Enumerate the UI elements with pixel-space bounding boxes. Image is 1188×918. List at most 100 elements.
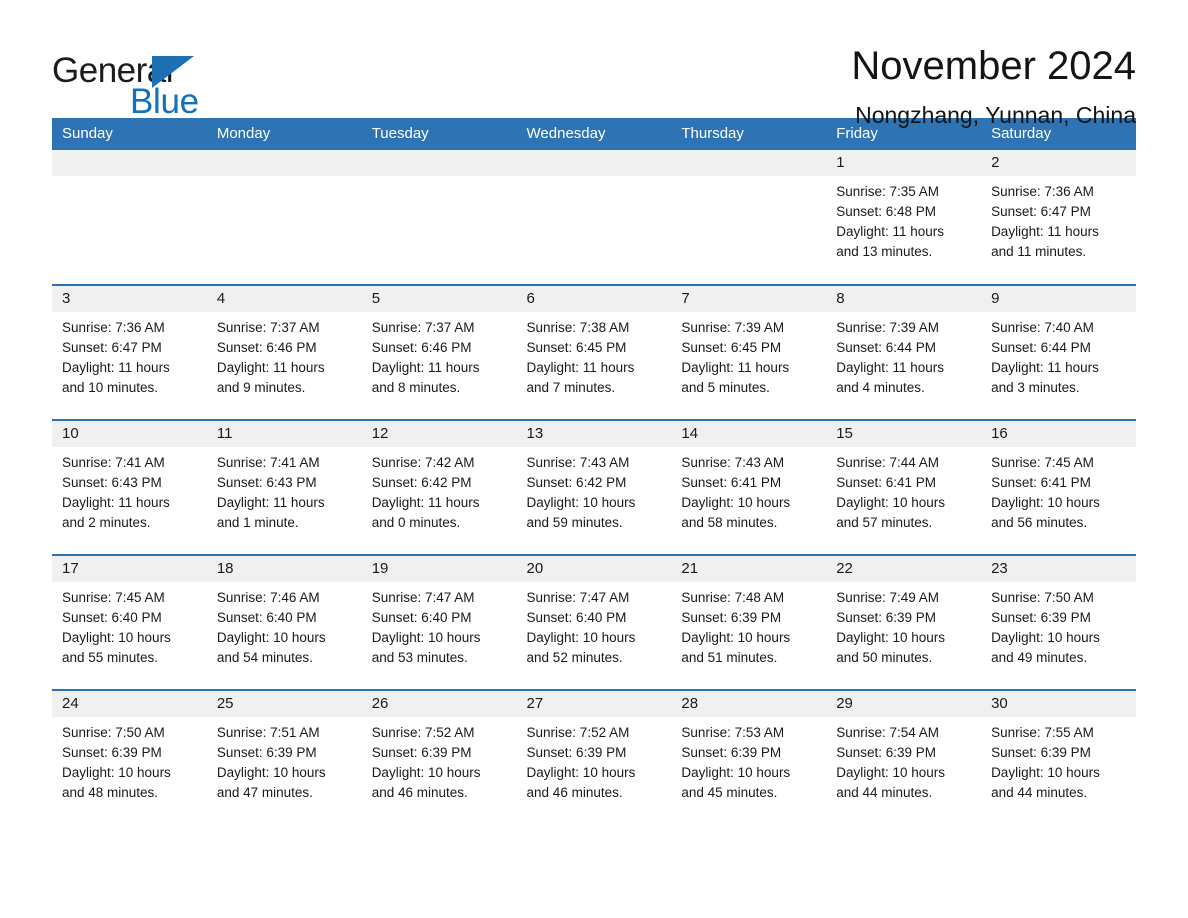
sunset-text: Sunset: 6:47 PM (62, 340, 162, 355)
day-details: Sunrise: 7:54 AM Sunset: 6:39 PM Dayligh… (826, 717, 981, 803)
day-number: 28 (671, 691, 827, 717)
sunset-text: Sunset: 6:42 PM (526, 475, 627, 490)
calendar-day-cell[interactable]: 6 Sunrise: 7:38 AM Sunset: 6:45 PM Dayli… (516, 284, 672, 420)
calendar-day-cell[interactable]: 27 Sunrise: 7:52 AM Sunset: 6:39 PM Dayl… (516, 689, 672, 825)
daylight-text-line1: Daylight: 10 hours (62, 630, 171, 645)
sunrise-text: Sunrise: 7:43 AM (681, 455, 785, 470)
calendar-day-cell[interactable]: 30 Sunrise: 7:55 AM Sunset: 6:39 PM Dayl… (981, 689, 1136, 825)
calendar-day-cell[interactable]: 23 Sunrise: 7:50 AM Sunset: 6:39 PM Dayl… (981, 554, 1136, 690)
daylight-text-line2: and 44 minutes. (991, 785, 1088, 800)
sunrise-text: Sunrise: 7:52 AM (371, 725, 475, 740)
sunrise-text: Sunrise: 7:35 AM (836, 184, 940, 199)
calendar-day-cell[interactable]: 24 Sunrise: 7:50 AM Sunset: 6:39 PM Dayl… (52, 689, 207, 825)
day-number: 21 (671, 556, 827, 582)
day-number (52, 150, 207, 176)
calendar-wrapper: Sunday Monday Tuesday Wednesday Thursday… (0, 118, 1188, 825)
calendar-day-cell[interactable]: 3 Sunrise: 7:36 AM Sunset: 6:47 PM Dayli… (52, 284, 207, 420)
day-number: 15 (826, 421, 982, 447)
day-details: Sunrise: 7:36 AM Sunset: 6:47 PM Dayligh… (981, 176, 1136, 262)
calendar-day-cell[interactable]: 1 Sunrise: 7:35 AM Sunset: 6:48 PM Dayli… (826, 150, 982, 285)
day-number: 1 (826, 150, 982, 176)
daylight-text-line2: and 50 minutes. (836, 650, 933, 665)
daylight-text-line2: and 46 minutes. (371, 785, 468, 800)
daylight-text-line2: and 53 minutes. (371, 650, 468, 665)
sunset-text: Sunset: 6:40 PM (371, 610, 472, 625)
calendar-week-row: 1 Sunrise: 7:35 AM Sunset: 6:48 PM Dayli… (52, 150, 1136, 285)
day-number: 24 (52, 691, 207, 717)
daylight-text-line2: and 59 minutes. (526, 515, 623, 530)
calendar-day-cell[interactable]: 17 Sunrise: 7:45 AM Sunset: 6:40 PM Dayl… (52, 554, 207, 690)
calendar-day-cell[interactable] (206, 150, 362, 285)
calendar-day-cell[interactable]: 14 Sunrise: 7:43 AM Sunset: 6:41 PM Dayl… (671, 419, 827, 555)
day-details: Sunrise: 7:52 AM Sunset: 6:39 PM Dayligh… (362, 717, 517, 803)
sunset-text: Sunset: 6:39 PM (681, 745, 782, 760)
day-details: Sunrise: 7:39 AM Sunset: 6:44 PM Dayligh… (826, 312, 981, 398)
sunrise-text: Sunrise: 7:55 AM (991, 725, 1094, 740)
daylight-text-line1: Daylight: 10 hours (991, 765, 1100, 780)
day-number: 23 (981, 556, 1136, 582)
calendar-day-cell[interactable]: 16 Sunrise: 7:45 AM Sunset: 6:41 PM Dayl… (981, 419, 1136, 555)
sunrise-text: Sunrise: 7:43 AM (526, 455, 630, 470)
calendar-week-row: 17 Sunrise: 7:45 AM Sunset: 6:40 PM Dayl… (52, 554, 1136, 690)
sunrise-text: Sunrise: 7:36 AM (991, 184, 1094, 199)
calendar-day-cell[interactable]: 7 Sunrise: 7:39 AM Sunset: 6:45 PM Dayli… (671, 284, 827, 420)
daylight-text-line2: and 58 minutes. (681, 515, 778, 530)
daylight-text-line2: and 4 minutes. (836, 380, 925, 395)
day-details: Sunrise: 7:51 AM Sunset: 6:39 PM Dayligh… (207, 717, 362, 803)
calendar-table: Sunday Monday Tuesday Wednesday Thursday… (52, 118, 1136, 825)
calendar-page: General Blue November 2024 Nongzhang, Yu… (0, 0, 1188, 918)
calendar-day-cell[interactable]: 21 Sunrise: 7:48 AM Sunset: 6:39 PM Dayl… (671, 554, 827, 690)
daylight-text-line2: and 48 minutes. (62, 785, 159, 800)
sunrise-text: Sunrise: 7:47 AM (371, 590, 475, 605)
day-details: Sunrise: 7:38 AM Sunset: 6:45 PM Dayligh… (517, 312, 672, 398)
daylight-text-line1: Daylight: 10 hours (681, 630, 791, 645)
day-number: 5 (361, 286, 517, 312)
day-number (361, 150, 517, 176)
daylight-text-line1: Daylight: 11 hours (62, 495, 170, 510)
calendar-day-cell[interactable]: 10 Sunrise: 7:41 AM Sunset: 6:43 PM Dayl… (52, 419, 207, 555)
calendar-day-cell[interactable]: 28 Sunrise: 7:53 AM Sunset: 6:39 PM Dayl… (671, 689, 827, 825)
daylight-text-line1: Daylight: 10 hours (681, 765, 791, 780)
daylight-text-line2: and 47 minutes. (216, 785, 313, 800)
sunset-text: Sunset: 6:39 PM (216, 745, 317, 760)
sunrise-text: Sunrise: 7:53 AM (681, 725, 785, 740)
sunrise-text: Sunrise: 7:45 AM (991, 455, 1094, 470)
calendar-day-cell[interactable]: 4 Sunrise: 7:37 AM Sunset: 6:46 PM Dayli… (206, 284, 362, 420)
calendar-day-cell[interactable] (671, 150, 827, 285)
calendar-day-cell[interactable] (516, 150, 672, 285)
calendar-day-cell[interactable]: 2 Sunrise: 7:36 AM Sunset: 6:47 PM Dayli… (981, 150, 1136, 285)
day-number: 29 (826, 691, 982, 717)
weekday-header-tuesday: Tuesday (361, 118, 517, 150)
calendar-day-cell[interactable]: 18 Sunrise: 7:46 AM Sunset: 6:40 PM Dayl… (206, 554, 362, 690)
calendar-day-cell[interactable]: 19 Sunrise: 7:47 AM Sunset: 6:40 PM Dayl… (361, 554, 517, 690)
daylight-text-line2: and 45 minutes. (681, 785, 778, 800)
daylight-text-line2: and 9 minutes. (216, 380, 306, 395)
sunrise-text: Sunrise: 7:37 AM (371, 320, 475, 335)
calendar-day-cell[interactable]: 13 Sunrise: 7:43 AM Sunset: 6:42 PM Dayl… (516, 419, 672, 555)
calendar-day-cell[interactable]: 25 Sunrise: 7:51 AM Sunset: 6:39 PM Dayl… (206, 689, 362, 825)
calendar-week-row: 24 Sunrise: 7:50 AM Sunset: 6:39 PM Dayl… (52, 689, 1136, 825)
day-number: 11 (206, 421, 362, 447)
weekday-header-thursday: Thursday (671, 118, 827, 150)
sunrise-text: Sunrise: 7:49 AM (836, 590, 940, 605)
calendar-day-cell[interactable]: 15 Sunrise: 7:44 AM Sunset: 6:41 PM Dayl… (826, 419, 982, 555)
calendar-day-cell[interactable] (361, 150, 517, 285)
calendar-day-cell[interactable]: 5 Sunrise: 7:37 AM Sunset: 6:46 PM Dayli… (361, 284, 517, 420)
calendar-day-cell[interactable]: 8 Sunrise: 7:39 AM Sunset: 6:44 PM Dayli… (826, 284, 982, 420)
calendar-day-cell[interactable]: 26 Sunrise: 7:52 AM Sunset: 6:39 PM Dayl… (361, 689, 517, 825)
daylight-text-line1: Daylight: 10 hours (526, 630, 636, 645)
daylight-text-line2: and 55 minutes. (62, 650, 159, 665)
calendar-day-cell[interactable] (52, 150, 207, 285)
sunset-text: Sunset: 6:48 PM (836, 204, 937, 219)
calendar-day-cell[interactable]: 22 Sunrise: 7:49 AM Sunset: 6:39 PM Dayl… (826, 554, 982, 690)
calendar-day-cell[interactable]: 9 Sunrise: 7:40 AM Sunset: 6:44 PM Dayli… (981, 284, 1136, 420)
calendar-day-cell[interactable]: 12 Sunrise: 7:42 AM Sunset: 6:42 PM Dayl… (361, 419, 517, 555)
sunset-text: Sunset: 6:42 PM (371, 475, 472, 490)
calendar-day-cell[interactable]: 11 Sunrise: 7:41 AM Sunset: 6:43 PM Dayl… (206, 419, 362, 555)
day-number: 3 (52, 286, 207, 312)
calendar-day-cell[interactable]: 29 Sunrise: 7:54 AM Sunset: 6:39 PM Dayl… (826, 689, 982, 825)
calendar-day-cell[interactable]: 20 Sunrise: 7:47 AM Sunset: 6:40 PM Dayl… (516, 554, 672, 690)
daylight-text-line2: and 11 minutes. (991, 244, 1087, 259)
sunrise-text: Sunrise: 7:39 AM (681, 320, 785, 335)
day-details: Sunrise: 7:47 AM Sunset: 6:40 PM Dayligh… (517, 582, 672, 668)
